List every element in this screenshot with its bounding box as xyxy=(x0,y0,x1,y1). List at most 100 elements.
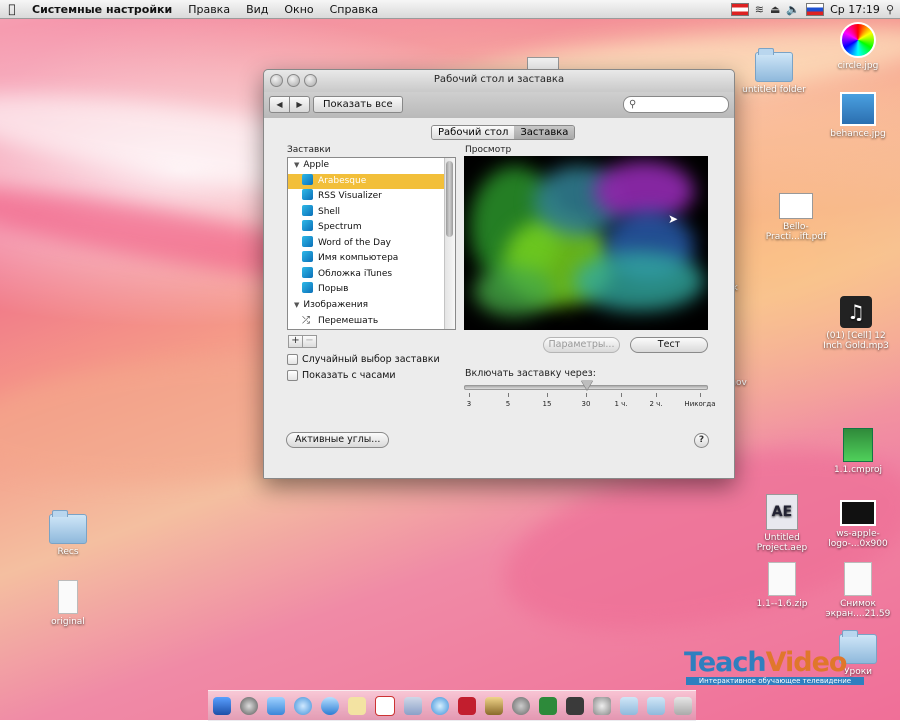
list-item-rss-visualizer[interactable]: RSS Visualizer xyxy=(288,189,455,205)
menu-clock[interactable]: Ср 17:19 xyxy=(830,3,880,16)
folder-icon xyxy=(49,510,87,544)
screenshot-file-icon xyxy=(844,562,872,596)
hot-corners-button[interactable]: Активные углы... xyxy=(286,432,390,448)
camtasia-icon[interactable] xyxy=(538,697,557,715)
tab-control: Рабочий стол Заставка xyxy=(431,125,576,140)
iphoto-icon[interactable] xyxy=(484,697,503,715)
apple-menu-icon[interactable]:  xyxy=(0,2,24,16)
window-titlebar[interactable]: Рабочий стол и заставка xyxy=(264,70,734,92)
ichat-icon[interactable] xyxy=(320,697,339,715)
itunes-icon[interactable] xyxy=(430,697,449,715)
system-preferences-icon[interactable] xyxy=(592,697,611,715)
dock xyxy=(208,690,696,721)
applications-folder-icon[interactable] xyxy=(619,697,638,715)
safari-icon[interactable] xyxy=(293,697,312,715)
address-book-icon[interactable] xyxy=(347,697,366,715)
list-item-label: Word of the Day xyxy=(318,237,391,248)
desktop-icon-untitled-folder[interactable]: untitled folder xyxy=(736,48,812,95)
input-source-icon[interactable] xyxy=(806,2,825,16)
start-after-slider-knob[interactable] xyxy=(581,380,593,390)
slider-tick-label: 30 xyxy=(581,400,591,408)
tab-desktop[interactable]: Рабочий стол xyxy=(432,126,515,139)
forward-button[interactable]: ▶ xyxy=(290,96,310,113)
screensaver-icon xyxy=(302,189,313,200)
minimize-button-icon[interactable] xyxy=(287,74,300,87)
list-item-shell[interactable]: Shell xyxy=(288,204,455,221)
wifi-icon[interactable]: ≋ xyxy=(755,3,764,16)
desktop-icon-screenshot[interactable]: Снимок экран....21.59 xyxy=(820,562,896,619)
options-button[interactable]: Параметры... xyxy=(543,337,620,353)
music-file-icon: ♫ xyxy=(840,296,872,328)
remove-button[interactable]: − xyxy=(303,335,317,348)
list-item-word-of-the-day[interactable]: Word of the Day xyxy=(288,235,455,252)
list-item-itunes-artwork[interactable]: Обложка iTunes xyxy=(288,266,455,283)
mouse-cursor-icon: ➤ xyxy=(668,212,679,226)
desktop-icon-circle[interactable]: circle.jpg xyxy=(820,22,896,71)
desktop-icon-mp3[interactable]: ♫ (01) [Cell] 12 Inch Gold.mp3 xyxy=(818,296,894,351)
desktop-icon-original[interactable]: original xyxy=(30,580,106,627)
checkbox-box[interactable] xyxy=(287,354,298,365)
search-input[interactable] xyxy=(642,98,722,110)
disclosure-triangle-icon[interactable]: ▼ xyxy=(294,161,299,169)
slider-tick-label: 5 xyxy=(505,400,511,408)
shuffle-icon: ⤮ xyxy=(302,315,310,326)
checkbox-box[interactable] xyxy=(287,370,298,381)
list-group-pictures[interactable]: ▼ Изображения xyxy=(288,298,455,314)
screensaver-icon xyxy=(302,235,313,247)
flag-icon[interactable] xyxy=(730,2,749,16)
menu-app-name[interactable]: Системные настройки xyxy=(24,3,180,16)
list-scrollbar[interactable] xyxy=(444,158,455,329)
screensaver-list[interactable]: ▼ Apple Arabesque RSS Visualizer Shell Sp… xyxy=(287,157,456,330)
ical-icon[interactable] xyxy=(374,696,395,716)
preview-icon[interactable] xyxy=(403,697,422,715)
desktop-icon-pdf[interactable]: Bello-Practi...ift.pdf xyxy=(758,193,834,242)
tab-screensaver[interactable]: Заставка xyxy=(514,126,575,139)
list-item-spectrum[interactable]: Spectrum xyxy=(288,220,455,236)
time-machine-icon[interactable] xyxy=(511,697,530,715)
random-screensaver-checkbox[interactable]: Случайный выбор заставки xyxy=(287,354,440,365)
desktop-icon-aep[interactable]: AE Untitled Project.aep xyxy=(744,494,820,553)
add-button[interactable]: + xyxy=(288,335,303,348)
desktop-icon-recs[interactable]: Recs xyxy=(30,510,106,557)
desktop-icon-ws-apple[interactable]: ws-apple-logo-...0x900 xyxy=(820,500,896,549)
list-item-shuffle[interactable]: ⤮ Перемешать xyxy=(288,313,455,329)
eject-icon[interactable]: ⏏ xyxy=(770,3,780,16)
list-item-arabesque[interactable]: Arabesque xyxy=(288,173,455,189)
show-all-button[interactable]: Показать все xyxy=(313,96,403,113)
list-item-label: Порыв xyxy=(318,284,349,294)
test-button[interactable]: Тест xyxy=(630,337,708,353)
menu-edit[interactable]: Правка xyxy=(180,3,238,16)
close-button-icon[interactable] xyxy=(270,74,283,87)
slider-tick-mark xyxy=(700,393,701,397)
spotlight-icon[interactable]: ⚲ xyxy=(886,3,894,16)
back-button[interactable]: ◀ xyxy=(269,96,290,113)
list-item-label: Apple xyxy=(303,160,330,170)
volume-icon[interactable]: 🔈 xyxy=(786,3,800,16)
list-item-computer-name[interactable]: Имя компьютера xyxy=(288,251,455,267)
documents-folder-icon[interactable] xyxy=(646,697,665,715)
terminal-icon[interactable] xyxy=(565,697,584,715)
scrollbar-thumb[interactable] xyxy=(446,161,453,237)
zoom-button-icon[interactable] xyxy=(304,74,317,87)
trash-icon[interactable] xyxy=(673,697,692,715)
menu-view[interactable]: Вид xyxy=(238,3,276,16)
finder-icon[interactable] xyxy=(212,697,231,715)
list-item-flurry[interactable]: Порыв xyxy=(288,282,455,298)
show-clock-checkbox[interactable]: Показать с часами xyxy=(287,370,396,381)
disclosure-triangle-icon[interactable]: ▼ xyxy=(294,301,299,309)
dashboard-icon[interactable] xyxy=(239,697,258,715)
start-after-label: Включать заставку через: xyxy=(465,368,596,379)
menu-help[interactable]: Справка xyxy=(322,3,386,16)
mail-icon[interactable] xyxy=(266,697,285,715)
pdf-file-icon xyxy=(779,193,813,219)
desktop-icon-zip[interactable]: 1.1--1.6.zip xyxy=(744,562,820,609)
search-field[interactable]: ⚲ xyxy=(623,96,729,113)
help-button[interactable]: ? xyxy=(694,433,709,448)
menu-window[interactable]: Окно xyxy=(276,3,321,16)
desktop-icon-behance[interactable]: behance.jpg xyxy=(820,92,896,139)
list-group-apple[interactable]: ▼ Apple xyxy=(288,158,455,174)
screensaver-icon xyxy=(302,220,313,231)
forward-arrow-icon: ▶ xyxy=(296,100,303,109)
photo-booth-icon[interactable] xyxy=(457,697,476,715)
desktop-icon-cmproj[interactable]: 1.1.cmproj xyxy=(820,428,896,475)
